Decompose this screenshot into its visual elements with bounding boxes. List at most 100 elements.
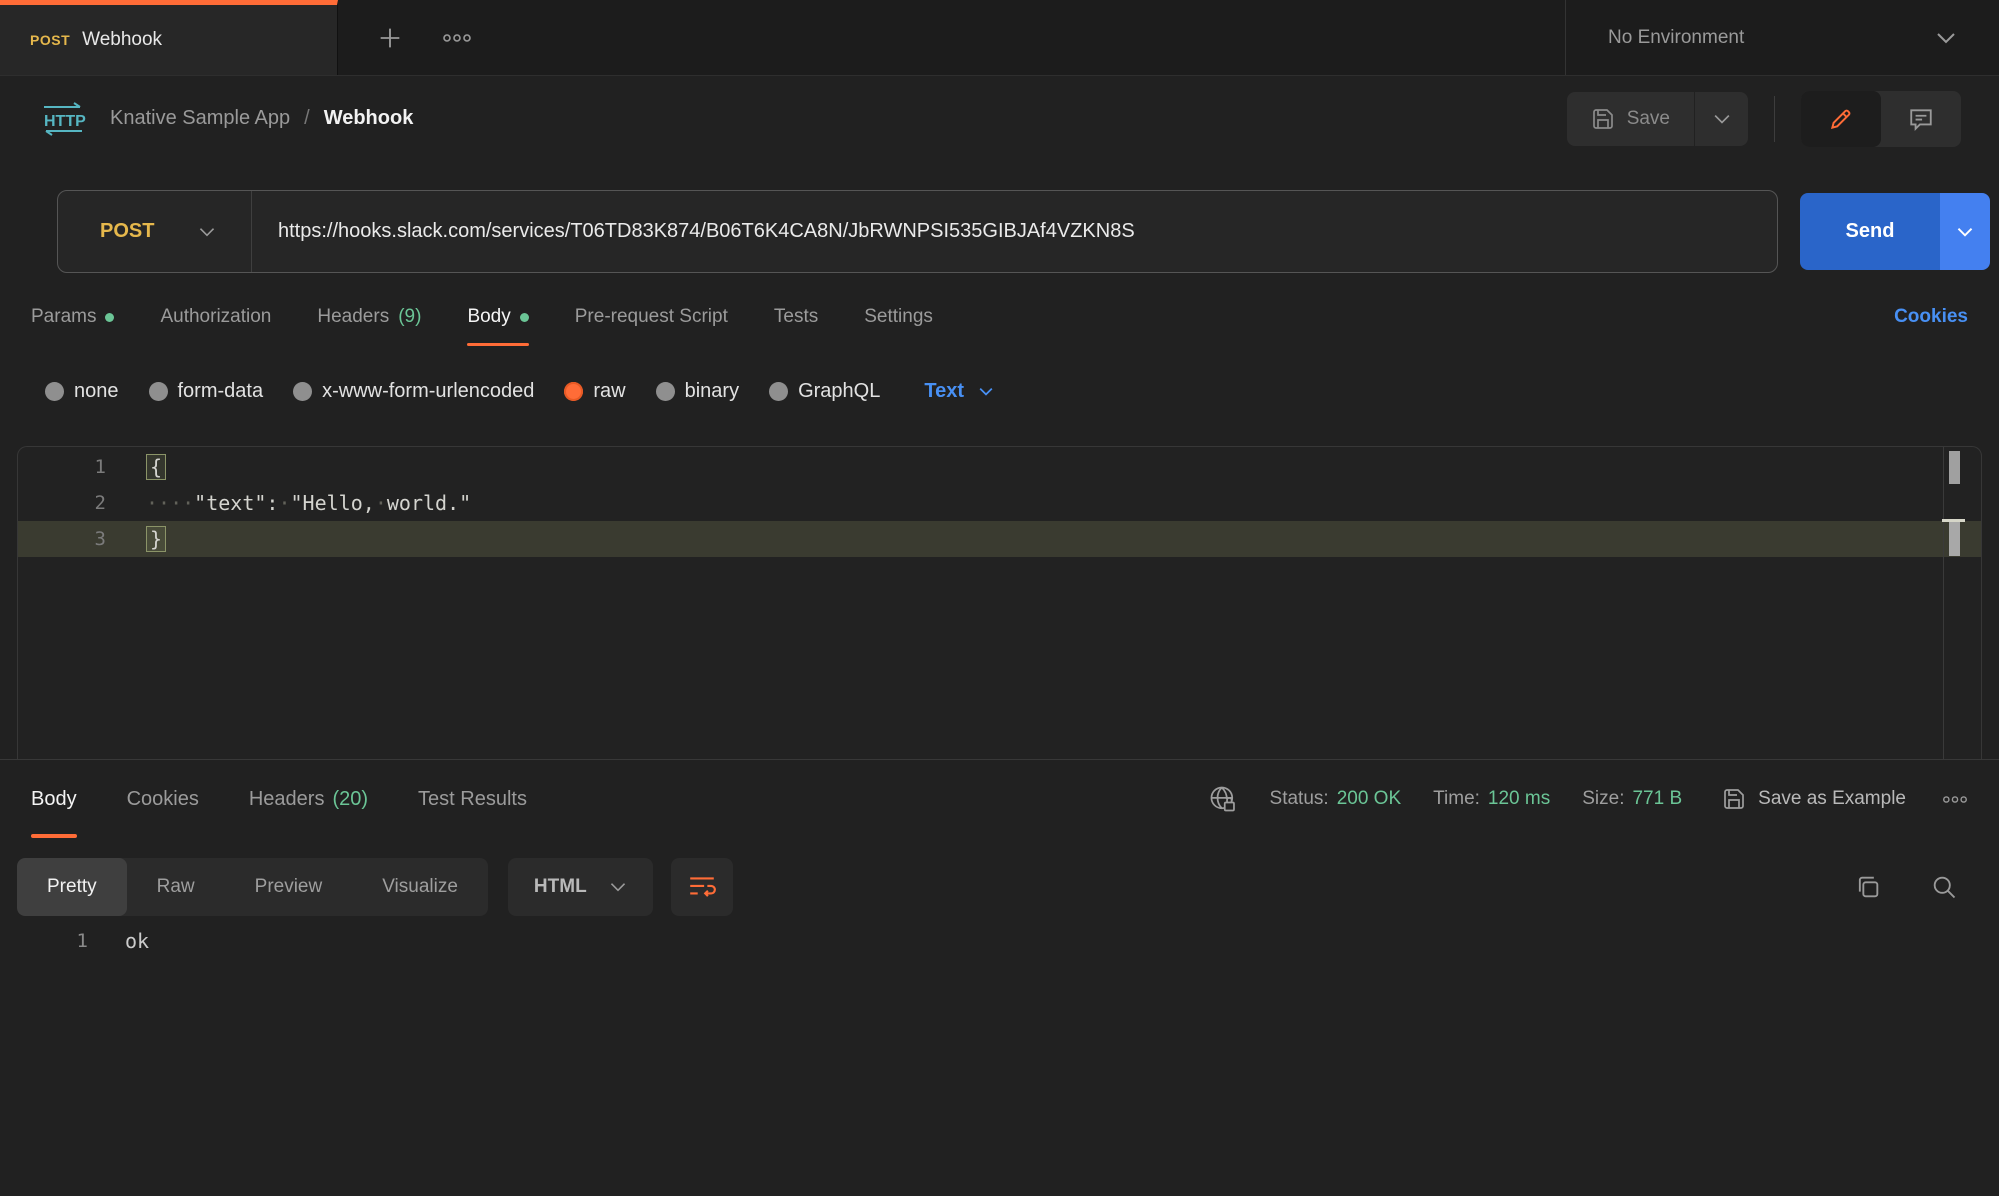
save-button-label: Save	[1627, 108, 1670, 130]
json-value: "Hello,	[291, 491, 375, 515]
mode-binary-label: binary	[685, 380, 739, 403]
request-body-editor[interactable]: 1 { 2 ····"text":·"Hello,·world." 3 }	[17, 446, 1982, 759]
method-selector[interactable]: POST	[58, 191, 251, 272]
tab-params[interactable]: Params	[31, 288, 114, 346]
tab-method-label: POST	[30, 32, 70, 48]
save-button[interactable]: Save	[1567, 92, 1694, 146]
search-response-button[interactable]	[1930, 873, 1958, 901]
tab-pre-request-script[interactable]: Pre-request Script	[575, 288, 728, 346]
chevron-down-icon	[609, 881, 627, 893]
radio-icon[interactable]	[45, 382, 64, 401]
mode-binary[interactable]: binary	[656, 380, 739, 403]
editor-scrollbar-thumb[interactable]	[1949, 451, 1960, 484]
response-headers-count-badge: (20)	[332, 788, 368, 811]
response-tab-headers[interactable]: Headers (20)	[249, 760, 368, 838]
pencil-icon	[1828, 106, 1854, 132]
response-line-number: 1	[0, 930, 88, 952]
response-options-button[interactable]	[1942, 795, 1968, 804]
raw-language-label: Text	[924, 380, 964, 403]
tab-pre-request-script-label: Pre-request Script	[575, 306, 728, 328]
status-value[interactable]: 200 OK	[1337, 788, 1401, 810]
open-request-tab[interactable]: POST Webhook	[0, 0, 338, 75]
plus-icon	[376, 24, 404, 52]
tab-tests[interactable]: Tests	[774, 288, 818, 346]
time-value[interactable]: 120 ms	[1488, 788, 1550, 810]
more-options-icon	[1942, 795, 1968, 804]
breadcrumb-request-name[interactable]: Webhook	[324, 107, 414, 130]
response-tab-body[interactable]: Body	[31, 760, 77, 838]
new-tab-button[interactable]	[376, 24, 404, 52]
response-format-label: HTML	[534, 876, 587, 898]
network-globe-lock-icon[interactable]	[1208, 784, 1238, 814]
copy-response-button[interactable]	[1854, 873, 1882, 901]
comments-button[interactable]	[1881, 91, 1961, 147]
radio-icon[interactable]	[149, 382, 168, 401]
tab-options-button[interactable]	[442, 33, 472, 43]
line-number: 1	[18, 456, 106, 478]
tab-body-label: Body	[467, 306, 510, 328]
svg-text:HTTP: HTTP	[44, 113, 86, 130]
environment-selector[interactable]: No Environment	[1565, 0, 1999, 75]
save-icon	[1722, 787, 1746, 811]
environment-label: No Environment	[1608, 27, 1744, 49]
send-button[interactable]: Send	[1800, 193, 1940, 270]
editor-line-1[interactable]: 1 {	[18, 449, 1981, 485]
save-options-button[interactable]	[1694, 92, 1748, 146]
body-modified-dot	[520, 313, 529, 322]
url-input[interactable]: https://hooks.slack.com/services/T06TD83…	[252, 191, 1777, 272]
radio-selected-icon[interactable]	[564, 382, 583, 401]
response-body-line[interactable]: 1 ok	[0, 922, 1999, 960]
chevron-down-icon	[198, 226, 216, 238]
view-raw-button[interactable]: Raw	[127, 858, 225, 916]
body-mode-options: none form-data x-www-form-urlencoded raw…	[0, 362, 1999, 420]
mode-graphql[interactable]: GraphQL	[769, 380, 880, 403]
view-visualize-button[interactable]: Visualize	[352, 858, 488, 916]
edit-request-button[interactable]	[1801, 91, 1881, 147]
mode-raw[interactable]: raw	[564, 380, 625, 403]
view-preview-button[interactable]: Preview	[225, 858, 353, 916]
send-options-button[interactable]	[1940, 193, 1990, 270]
breadcrumb-collection[interactable]: Knative Sample App	[110, 107, 290, 130]
radio-icon[interactable]	[656, 382, 675, 401]
raw-language-selector[interactable]: Text	[924, 380, 994, 403]
chevron-down-icon	[1935, 31, 1957, 45]
tab-tests-label: Tests	[774, 306, 818, 328]
tab-body[interactable]: Body	[467, 288, 528, 346]
cookies-link[interactable]: Cookies	[1894, 306, 1968, 328]
view-pretty-button[interactable]: Pretty	[17, 858, 127, 916]
json-value: world."	[387, 491, 471, 515]
tab-title: Webhook	[82, 29, 162, 51]
response-tab-test-results[interactable]: Test Results	[418, 760, 527, 838]
radio-icon[interactable]	[769, 382, 788, 401]
radio-icon[interactable]	[293, 382, 312, 401]
wrap-line-button[interactable]	[671, 858, 733, 916]
response-header: Body Cookies Headers (20) Test Results S…	[0, 759, 1999, 838]
editor-line-2[interactable]: 2 ····"text":·"Hello,·world."	[18, 485, 1981, 521]
request-toolbar: HTTP Knative Sample App / Webhook Save	[0, 77, 1999, 160]
tab-params-label: Params	[31, 306, 96, 328]
save-as-example-button[interactable]: Save as Example	[1722, 787, 1906, 811]
response-tab-cookies-label: Cookies	[127, 788, 199, 811]
editor-code: }	[106, 527, 166, 551]
size-value[interactable]: 771 B	[1632, 788, 1682, 810]
tab-settings[interactable]: Settings	[864, 288, 933, 346]
tab-authorization-label: Authorization	[160, 306, 271, 328]
editor-line-3-active[interactable]: 3 }	[18, 521, 1981, 557]
mode-x-www-form-urlencoded[interactable]: x-www-form-urlencoded	[293, 380, 534, 403]
save-icon	[1591, 107, 1615, 131]
response-line-text: ok	[88, 929, 149, 953]
tab-authorization[interactable]: Authorization	[160, 288, 271, 346]
mode-form-data[interactable]: form-data	[149, 380, 264, 403]
size-label: Size:	[1582, 788, 1624, 810]
url-bar: POST https://hooks.slack.com/services/T0…	[57, 190, 1778, 273]
tab-headers[interactable]: Headers (9)	[317, 288, 421, 346]
response-tab-cookies[interactable]: Cookies	[127, 760, 199, 838]
mode-x-www-form-urlencoded-label: x-www-form-urlencoded	[322, 380, 534, 403]
editor-cursor-marker-bar	[1949, 522, 1960, 556]
response-format-selector[interactable]: HTML	[508, 858, 653, 916]
tab-settings-label: Settings	[864, 306, 933, 328]
editor-code: {	[106, 455, 166, 479]
mode-none[interactable]: none	[45, 380, 119, 403]
whitespace-dot: ·	[278, 491, 290, 515]
params-modified-dot	[105, 313, 114, 322]
